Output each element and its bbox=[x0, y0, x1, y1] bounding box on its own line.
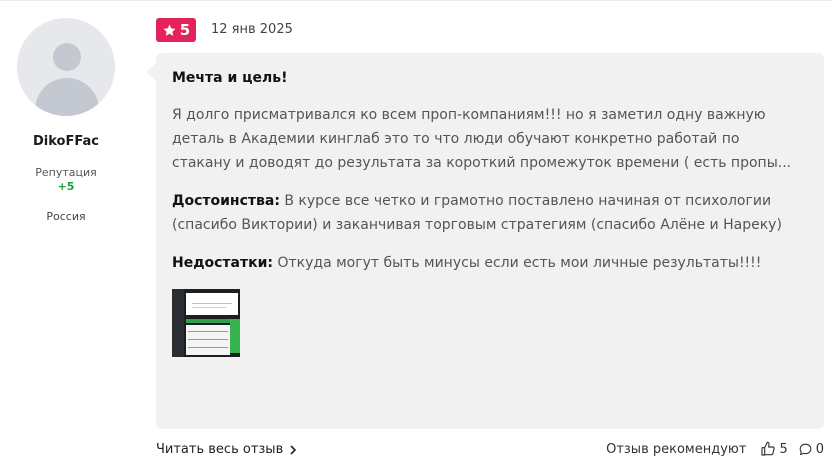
star-icon bbox=[162, 23, 177, 38]
chevron-right-icon bbox=[289, 444, 297, 455]
avatar-placeholder-body bbox=[35, 78, 99, 116]
pros-label: Достоинства: bbox=[172, 193, 280, 209]
author-country: Россия bbox=[46, 210, 86, 223]
author-username[interactable]: DikoFFac bbox=[0, 134, 132, 149]
divider bbox=[0, 0, 832, 1]
review-item: DikoFFac Репутация +5 Россия 5 12 янв 20… bbox=[0, 0, 832, 471]
rating-value: 5 bbox=[179, 21, 191, 39]
attachment-thumbnail[interactable] bbox=[172, 289, 240, 357]
rating-badge: 5 bbox=[156, 18, 196, 42]
review-pros: Достоинства: В курсе все четко и грамотн… bbox=[172, 189, 802, 237]
comment-button[interactable]: 0 bbox=[798, 442, 824, 457]
review-text: Я долго присматривался ко всем проп-комп… bbox=[172, 107, 792, 171]
review-title: Мечта и цель! bbox=[172, 70, 288, 86]
reputation-value: +5 bbox=[57, 180, 75, 193]
comments-count: 0 bbox=[815, 441, 824, 457]
review-body: Мечта и цель! Я долго присматривался ко … bbox=[156, 53, 824, 429]
reputation-label: Репутация bbox=[35, 166, 97, 179]
recommend-label: Отзыв рекомендуют bbox=[606, 441, 747, 457]
read-more-label: Читать весь отзыв bbox=[156, 442, 284, 457]
thumbs-up-icon bbox=[760, 441, 776, 457]
avatar[interactable] bbox=[17, 18, 115, 116]
cons-text: Откуда могут быть минусы если есть мои л… bbox=[277, 255, 762, 271]
cons-label: Недостатки: bbox=[172, 255, 274, 271]
avatar-placeholder-head bbox=[53, 43, 81, 71]
comment-icon bbox=[798, 442, 813, 457]
review-actions: Отзыв рекомендуют 5 0 bbox=[606, 441, 824, 457]
review-date: 12 янв 2025 bbox=[211, 22, 293, 37]
read-full-review-link[interactable]: Читать весь отзыв bbox=[156, 442, 297, 457]
review-cons: Недостатки: Откуда могут быть минусы есл… bbox=[172, 251, 802, 275]
author-panel: DikoFFac Репутация +5 Россия bbox=[0, 18, 132, 223]
like-button[interactable]: 5 bbox=[760, 441, 788, 457]
card-pointer bbox=[146, 63, 156, 81]
likes-count: 5 bbox=[779, 441, 788, 457]
